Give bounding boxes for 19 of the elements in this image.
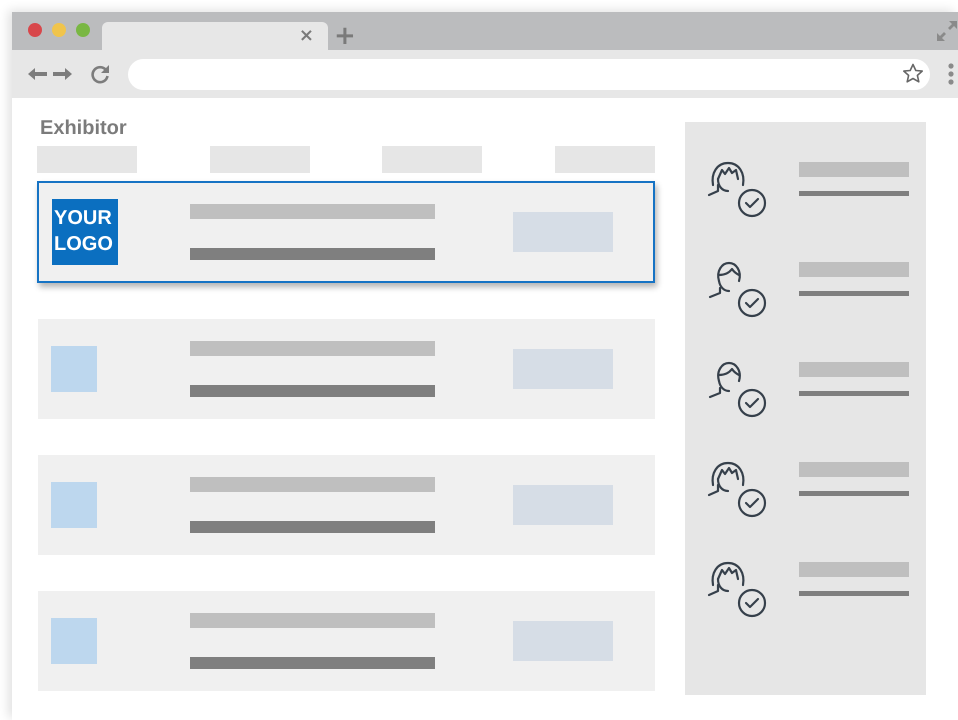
fullscreen-icon[interactable] (936, 20, 958, 42)
forward-icon[interactable] (52, 67, 72, 81)
back-icon[interactable] (28, 67, 48, 81)
image-placeholder (51, 618, 97, 664)
logo: YOUR LOGO (52, 199, 118, 265)
list-row[interactable] (38, 319, 655, 419)
menu-icon[interactable] (948, 63, 954, 85)
browser-tab[interactable]: × (102, 22, 328, 50)
list-row[interactable] (38, 455, 655, 555)
new-tab-button[interactable]: + (328, 23, 356, 49)
image-placeholder (51, 482, 97, 528)
list-row[interactable]: YOUR LOGO (37, 181, 655, 283)
close-window-icon[interactable] (28, 23, 42, 37)
page-title: Exhibitor (40, 116, 128, 140)
star-icon[interactable] (902, 63, 924, 85)
list-row[interactable] (38, 591, 655, 691)
reload-icon[interactable] (90, 64, 110, 84)
tab-close-button[interactable]: × (298, 27, 314, 45)
image-placeholder (51, 346, 97, 392)
